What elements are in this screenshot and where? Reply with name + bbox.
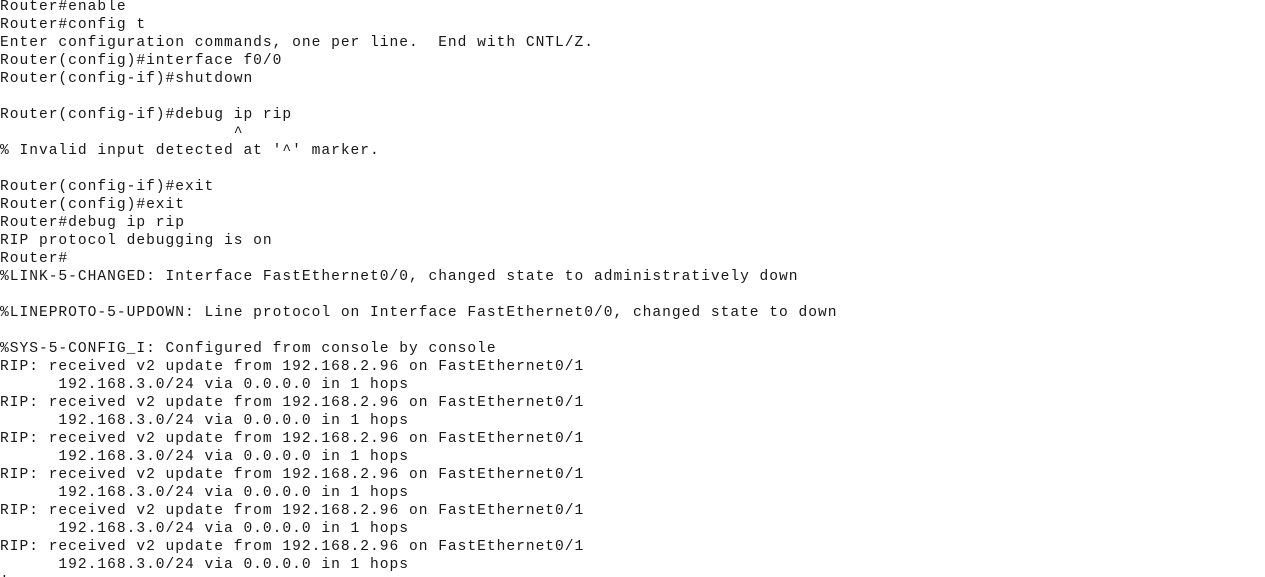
console-line: 192.168.3.0/24 via 0.0.0.0 in 1 hops	[0, 413, 409, 429]
console-line: Router(config-if)#debug ip rip	[0, 107, 293, 123]
console-line: 192.168.3.0/24 via 0.0.0.0 in 1 hops	[0, 449, 409, 465]
console-line: Enter configuration commands, one per li…	[0, 35, 594, 51]
console-line: RIP protocol debugging is on	[0, 233, 273, 249]
console-line: 192.168.3.0/24 via 0.0.0.0 in 1 hops	[0, 557, 409, 573]
console-line: RIP: received v2 update from 192.168.2.9…	[0, 359, 585, 375]
console-line: RIP: received v2 update from 192.168.2.9…	[0, 395, 585, 411]
console-line: 192.168.3.0/24 via 0.0.0.0 in 1 hops	[0, 485, 409, 501]
console-line: %LINEPROTO-5-UPDOWN: Line protocol on In…	[0, 305, 838, 321]
console-line: Router(config)#interface f0/0	[0, 53, 283, 69]
console-line: RIP: received v2 update from 192.168.2.9…	[0, 503, 585, 519]
console-line: 192.168.3.0/24 via 0.0.0.0 in 1 hops	[0, 521, 409, 537]
console-line: Router(config-if)#exit	[0, 179, 215, 195]
terminal-window[interactable]: Router#enable Router#config t Enter config…	[0, 0, 1265, 577]
console-line: RIP: received v2 update from 192.168.2.9…	[0, 467, 585, 483]
console-line: RIP: received v2 update from 192.168.2.9…	[0, 431, 585, 447]
console-line: %LINK-5-CHANGED: Interface FastEthernet0…	[0, 269, 799, 285]
console-line: Router(config-if)#shutdown	[0, 71, 254, 87]
console-line: Router#enable	[0, 0, 127, 15]
console-line: 192.168.3.0/24 via 0.0.0.0 in 1 hops	[0, 377, 409, 393]
console-line: Router#	[0, 251, 69, 267]
console-line: Router#debug ip rip	[0, 215, 186, 231]
console-line: %SYS-5-CONFIG_I: Configured from console…	[0, 341, 497, 357]
console-output[interactable]: Router#enable Router#config t Enter config…	[0, 0, 1265, 577]
console-line: RIP: received v2 update from 192.168.2.9…	[0, 539, 585, 555]
console-line: ^	[0, 125, 244, 141]
console-line: Router(config)#exit	[0, 197, 186, 213]
console-line: % Invalid input detected at '^' marker.	[0, 143, 380, 159]
console-line: Router#config t	[0, 17, 147, 33]
